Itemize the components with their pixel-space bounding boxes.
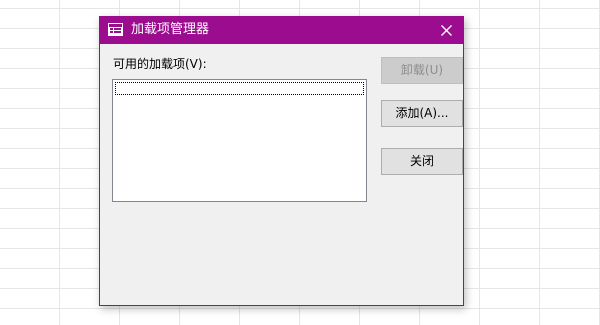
close-icon[interactable] <box>429 17 463 44</box>
dialog-window-icon <box>108 23 123 36</box>
available-addins-label: 可用的加载项(V): <box>113 57 207 71</box>
dialog-titlebar[interactable]: 加载项管理器 <box>100 17 463 44</box>
list-focus-row[interactable] <box>115 82 364 95</box>
available-addins-list[interactable] <box>112 79 367 202</box>
add-button[interactable]: 添加(A)... <box>381 100 463 127</box>
unload-button[interactable]: 卸载(U) <box>381 57 463 84</box>
addin-manager-dialog: 加载项管理器 可用的加载项(V): 卸载(U) 添加(A)... 关闭 <box>99 16 464 306</box>
close-button[interactable]: 关闭 <box>381 148 463 175</box>
dialog-title: 加载项管理器 <box>131 22 210 37</box>
